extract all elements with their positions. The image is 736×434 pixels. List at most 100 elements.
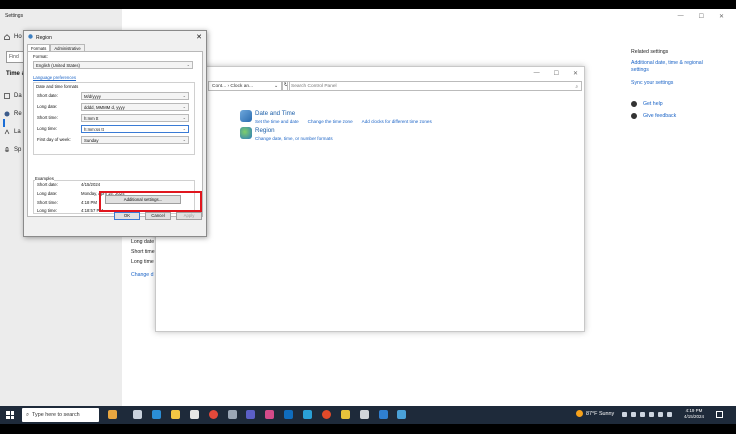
long-date-select[interactable]: dddd, MMMM d, yyyy ⌄ bbox=[81, 103, 189, 111]
chevron-down-icon: ⌄ bbox=[182, 93, 186, 98]
address-bar[interactable]: Cont... › Clock an... ⌄ bbox=[208, 81, 282, 91]
outlook-icon[interactable] bbox=[284, 410, 293, 419]
weather-widget[interactable]: 87°F Sunny bbox=[576, 410, 614, 417]
clock-date: 4/15/2024 bbox=[684, 414, 705, 419]
address-bar-text: Cont... › Clock an... bbox=[212, 84, 254, 89]
chrome-profile-icon[interactable] bbox=[322, 410, 331, 419]
task-view-icon[interactable] bbox=[133, 410, 142, 419]
settings-nav-region[interactable]: Re bbox=[4, 111, 22, 117]
settings-gear-icon[interactable] bbox=[360, 410, 369, 419]
help-icon bbox=[631, 101, 637, 107]
settings-window-title: Settings bbox=[5, 13, 24, 19]
close-icon[interactable]: ✕ bbox=[573, 70, 578, 77]
app-icon-briefcase[interactable] bbox=[108, 410, 117, 419]
file-explorer-icon[interactable] bbox=[171, 410, 180, 419]
control-panel-search-input[interactable]: Search Control Panel ⌕ bbox=[287, 81, 582, 91]
battery-icon[interactable] bbox=[649, 412, 654, 417]
maximize-icon[interactable]: ☐ bbox=[554, 70, 559, 77]
apply-button[interactable]: Apply bbox=[176, 212, 202, 220]
cancel-button[interactable]: Cancel bbox=[145, 212, 171, 220]
taskbar-search-box[interactable]: ⌕ Type here to search bbox=[22, 408, 99, 422]
chevron-down-icon: ⌄ bbox=[182, 126, 186, 131]
sun-icon bbox=[576, 410, 583, 417]
taskbar-search-placeholder: Type here to search bbox=[32, 412, 80, 418]
give-feedback-row[interactable]: Give feedback bbox=[631, 113, 721, 119]
change-formats-link[interactable]: Change date, time, or number formats bbox=[255, 136, 333, 141]
get-help-link[interactable]: Get help bbox=[643, 101, 663, 107]
long-time-label: Long time: bbox=[37, 126, 58, 131]
globe-icon bbox=[28, 34, 33, 41]
long-date-label: Long date: bbox=[37, 104, 58, 109]
date-and-time-category: Date and Time Set the time and date Chan… bbox=[240, 110, 432, 124]
sync-settings-link[interactable]: Sync your settings bbox=[631, 80, 721, 87]
minimize-icon[interactable]: — bbox=[678, 13, 684, 20]
chrome-icon[interactable] bbox=[209, 410, 218, 419]
chevron-up-icon[interactable] bbox=[622, 412, 627, 417]
teams-icon[interactable] bbox=[246, 410, 255, 419]
volume-icon[interactable] bbox=[667, 412, 672, 417]
edge-browser-icon[interactable] bbox=[152, 410, 161, 419]
short-time-value: h:mm tt bbox=[84, 116, 99, 121]
store-icon[interactable] bbox=[190, 410, 199, 419]
close-icon[interactable]: ✕ bbox=[196, 33, 202, 41]
first-day-select[interactable]: Sunday ⌄ bbox=[81, 136, 189, 144]
example-short-date-value: 4/15/2024 bbox=[81, 182, 101, 187]
home-icon bbox=[4, 34, 10, 40]
weather-text: 87°F Sunny bbox=[586, 410, 615, 417]
short-date-select[interactable]: M/d/yyyy ⌄ bbox=[81, 92, 189, 100]
format-select[interactable]: English (United States) ⌄ bbox=[33, 61, 193, 69]
set-time-date-link[interactable]: Set the time and date bbox=[255, 119, 299, 124]
chevron-down-icon[interactable]: ⌄ bbox=[274, 84, 278, 89]
calendar-icon bbox=[4, 93, 10, 99]
control-panel-window-controls: — ☐ ✕ bbox=[534, 70, 578, 77]
long-time-select[interactable]: h:mm:ss tt ⌄ bbox=[81, 125, 189, 133]
ok-button[interactable]: OK bbox=[114, 212, 140, 220]
app-tray-icon[interactable] bbox=[640, 412, 645, 417]
selected-nav-indicator bbox=[3, 119, 5, 127]
settings-nav-label: Re bbox=[14, 111, 22, 117]
settings-nav-speech[interactable]: Sp bbox=[4, 147, 21, 153]
desktop-screen: Settings Ho Find Time & Da Re La Sp — ☐ bbox=[0, 9, 736, 424]
control-panel-window: — ☐ ✕ Cont... › Clock an... ⌄ ↻ Search C… bbox=[155, 66, 585, 332]
app-icon-yellow[interactable] bbox=[341, 410, 350, 419]
short-time-select[interactable]: h:mm tt ⌄ bbox=[81, 114, 189, 122]
short-date-label: Short date: bbox=[37, 93, 59, 98]
add-clocks-link[interactable]: Add clocks for different time zones bbox=[362, 119, 432, 124]
format-label: Format: bbox=[33, 54, 48, 59]
minimize-icon[interactable]: — bbox=[534, 70, 540, 77]
settings-window-controls: — ☐ ✕ bbox=[678, 13, 724, 20]
close-icon[interactable]: ✕ bbox=[719, 13, 724, 20]
windows-start-icon[interactable] bbox=[6, 411, 14, 419]
chevron-down-icon: ⌄ bbox=[182, 104, 186, 109]
region-heading[interactable]: Region bbox=[255, 127, 333, 134]
app-icon-blue[interactable] bbox=[303, 410, 312, 419]
network-icon[interactable] bbox=[658, 412, 663, 417]
app-icon-pink[interactable] bbox=[265, 410, 274, 419]
region-dialog-title-text: Region bbox=[36, 34, 52, 41]
related-settings-panel: Related settings Additional date, time &… bbox=[631, 49, 721, 119]
settings-nav-home[interactable]: Ho bbox=[4, 34, 22, 40]
app-icon-window[interactable] bbox=[379, 410, 388, 419]
app-icon-generic[interactable] bbox=[228, 410, 237, 419]
date-and-time-heading[interactable]: Date and Time bbox=[255, 110, 432, 117]
additional-date-time-link[interactable]: Additional date, time & regional setting… bbox=[631, 60, 721, 74]
settings-nav-language[interactable]: La bbox=[4, 129, 21, 135]
letterbox-bottom bbox=[0, 424, 736, 434]
maximize-icon[interactable]: ☐ bbox=[699, 13, 704, 20]
taskbar-clock[interactable]: 4:19 PM 4/15/2024 bbox=[684, 408, 704, 420]
notification-icon[interactable] bbox=[716, 411, 723, 418]
globe-icon bbox=[240, 127, 252, 139]
microphone-icon bbox=[4, 147, 10, 153]
example-short-date-label: Short date: bbox=[37, 182, 59, 187]
long-time-value: h:mm:ss tt bbox=[84, 127, 104, 132]
control-panel-icon[interactable] bbox=[397, 410, 406, 419]
onedrive-icon[interactable] bbox=[631, 412, 636, 417]
give-feedback-link[interactable]: Give feedback bbox=[643, 113, 676, 119]
settings-nav-date-time[interactable]: Da bbox=[4, 93, 22, 99]
change-data-formats-link[interactable]: Change d bbox=[131, 272, 154, 278]
settings-nav-label: Da bbox=[14, 93, 22, 99]
search-icon: ⌕ bbox=[26, 411, 30, 418]
change-time-zone-link[interactable]: Change the time zone bbox=[308, 119, 353, 124]
get-help-row[interactable]: Get help bbox=[631, 101, 721, 107]
language-preferences-link[interactable]: Language preferences bbox=[33, 75, 76, 80]
